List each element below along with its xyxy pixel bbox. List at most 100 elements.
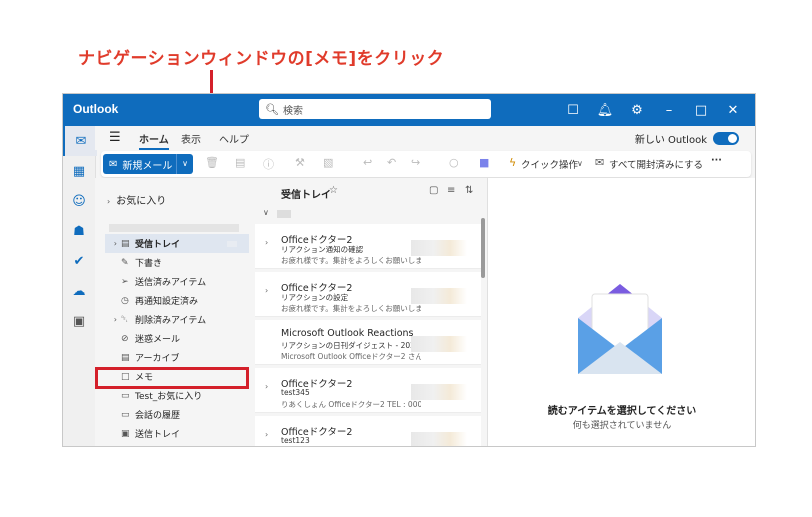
folder-item[interactable]: ⊘ 迷惑メール — [95, 329, 255, 348]
message-list-header: 受信トレイ ☆ ▢ ≡ ⇅ — [255, 178, 487, 204]
filter-icon[interactable]: ≡ — [447, 185, 455, 196]
quick-steps-dropdown-icon[interactable]: ∨ — [577, 159, 583, 168]
outbox-icon: ▣ — [121, 428, 130, 439]
mail-icon[interactable]: ✉ — [63, 126, 97, 156]
reading-pane: 読むアイテムを選択してください 何も選択されていません — [487, 178, 755, 446]
message-item[interactable]: › Officeドクター2 リアクション通知の確認 お疲れ様です。集計をよろしくお願い… — [255, 224, 481, 269]
message-subject: test123 — [281, 436, 310, 445]
new-outlook-toggle-group: 新しい Outlook — [635, 131, 739, 146]
tab-help[interactable]: ヘルプ — [219, 131, 249, 146]
trash-icon: ␡ — [121, 314, 129, 325]
message-subject: test345 — [281, 388, 310, 397]
chat-icon[interactable]: ○ — [449, 156, 459, 169]
calendar-icon[interactable]: ▦ — [63, 156, 95, 186]
message-sender: Microsoft Outlook Reactions — [281, 328, 414, 339]
onedrive-icon[interactable]: ☁ — [63, 276, 95, 306]
reply-icon[interactable]: ↩ — [363, 156, 372, 169]
forward-icon[interactable]: ↪ — [411, 156, 420, 169]
redacted-area — [411, 240, 467, 256]
more-options-button[interactable]: ··· — [711, 155, 722, 166]
folder-item[interactable]: ◷ 再通知設定済み — [95, 291, 255, 310]
new-outlook-toggle[interactable] — [713, 132, 739, 145]
folder-item[interactable]: ➢ 送信済みアイテム — [95, 272, 255, 291]
lightning-icon: ϟ — [509, 156, 517, 169]
new-mail-button[interactable]: ✉ 新規メール ∨ — [103, 154, 193, 174]
account-name-redacted — [109, 224, 239, 232]
expand-chevron-icon[interactable]: › — [265, 286, 268, 295]
pencil-icon: ✎ — [121, 257, 129, 268]
delete-icon[interactable]: 🗑︎ — [205, 156, 219, 169]
teams-icon[interactable]: ■ — [479, 156, 489, 169]
annotation-caption: ナビゲーションウィンドウの[メモ]をクリック — [78, 49, 445, 69]
expand-chevron-icon[interactable]: › — [265, 430, 268, 439]
folder-label: 送信トレイ — [135, 430, 181, 440]
new-mail-dropdown[interactable]: ∨ — [176, 154, 193, 174]
people-icon[interactable]: ☺ — [63, 186, 95, 216]
tab-view[interactable]: 表示 — [181, 131, 201, 146]
folder-label: 削除済みアイテム — [135, 316, 207, 326]
message-item[interactable]: › Officeドクター2 test345 りあくしょん Officeドクター2 TE… — [255, 368, 481, 413]
search-input[interactable]: 🔍︎ 検索 — [259, 99, 491, 119]
search-placeholder: 検索 — [283, 105, 303, 117]
todo-icon[interactable]: ✔ — [63, 246, 95, 276]
groups-icon[interactable]: ☗ — [63, 216, 95, 246]
folder-label: 会話の履歴 — [135, 411, 181, 421]
folder-label: 再通知設定済み — [135, 297, 199, 307]
expand-chevron-icon[interactable]: › — [265, 238, 268, 247]
message-item[interactable]: › Officeドクター2 リアクションの設定 お疲れ様です。集計をよろしくお願いしま — [255, 272, 481, 317]
message-item[interactable]: ›Officeドクター2test1232025/03/13 — [255, 416, 481, 446]
message-preview: お疲れ様です。集計をよろしくお願いしま — [281, 304, 421, 313]
folder-item[interactable]: › ▤ 受信トレイ — [105, 234, 249, 253]
mark-read-icon: ✉ — [595, 156, 605, 169]
favorite-star-icon[interactable]: ☆ — [329, 185, 338, 196]
title-bar-controls: ☐ 🔔︎ ⚙ – □ ✕ — [557, 94, 749, 126]
notes-icon[interactable]: ☐ — [557, 103, 589, 118]
apps-icon[interactable]: ▣ — [63, 306, 95, 336]
envelope-icon: ✉ — [109, 158, 118, 170]
archive-icon: ▤ — [121, 352, 130, 363]
message-item[interactable]: Microsoft Outlook Reactions リアクションの日刊ダイジェ… — [255, 320, 481, 365]
unread-count-redacted — [227, 240, 237, 247]
close-icon[interactable]: ✕ — [717, 103, 749, 118]
minimize-icon[interactable]: – — [653, 103, 685, 118]
message-subject: リアクションの設定 — [281, 293, 349, 302]
folder-label: 下書き — [135, 259, 163, 269]
clock-icon: ◷ — [121, 295, 129, 306]
folder-item[interactable]: › ␡ 削除済みアイテム — [95, 310, 255, 329]
mark-all-read-button[interactable]: すべて開封済みにする — [609, 157, 703, 171]
folder-chevron-icon[interactable]: › — [105, 239, 121, 248]
empty-envelope-illustration — [578, 284, 662, 374]
hamburger-icon[interactable]: ☰ — [109, 130, 121, 145]
sort-icon[interactable]: ⇅ — [465, 185, 473, 196]
message-preview: りあくしょん Officeドクター2 TEL : 000-X — [281, 400, 421, 409]
folder-item[interactable]: ▭ 会話の履歴 — [95, 405, 255, 424]
expand-chevron-icon[interactable]: › — [265, 382, 268, 391]
quick-steps-button[interactable]: クイック操作 — [521, 157, 578, 171]
folder-item[interactable]: ▣ 送信トレイ — [95, 424, 255, 443]
maximize-icon[interactable]: □ — [685, 103, 717, 118]
title-bar: Outlook 🔍︎ 検索 ☐ 🔔︎ ⚙ – □ ✕ — [63, 94, 755, 126]
select-icon[interactable]: ▢ — [429, 185, 438, 196]
folder-item[interactable]: ▤ アーカイブ — [95, 348, 255, 367]
favorites-header[interactable]: › お気に入り — [107, 192, 166, 207]
folder-item[interactable]: ✎ 下書き — [95, 253, 255, 272]
report-icon[interactable]: ⓘ — [263, 156, 274, 172]
group-chevron-icon[interactable]: ∨ — [263, 208, 269, 217]
folder-label: 受信トレイ — [135, 240, 181, 250]
message-subject: リアクションの日刊ダイジェスト - 2025... — [281, 341, 421, 350]
tab-home[interactable]: ホーム — [139, 131, 169, 150]
reply-all-icon[interactable]: ↶ — [387, 156, 396, 169]
sweep-icon[interactable]: ⚒ — [295, 156, 305, 169]
folder-icon: ▭ — [121, 409, 130, 420]
folder-chevron-icon[interactable]: › — [95, 315, 121, 324]
message-subject: リアクション通知の確認 — [281, 245, 364, 254]
move-icon[interactable]: ▧ — [323, 156, 333, 169]
inbox-icon: ▤ — [121, 238, 130, 249]
folder-label: 迷惑メール — [135, 335, 181, 345]
scrollbar[interactable] — [481, 218, 485, 278]
search-icon: 🔍︎ — [265, 102, 279, 116]
gear-icon[interactable]: ⚙ — [621, 103, 653, 118]
folder-icon: ▭ — [121, 390, 130, 401]
archive-icon[interactable]: ▤ — [235, 156, 245, 169]
bell-icon[interactable]: 🔔︎ — [589, 103, 621, 118]
